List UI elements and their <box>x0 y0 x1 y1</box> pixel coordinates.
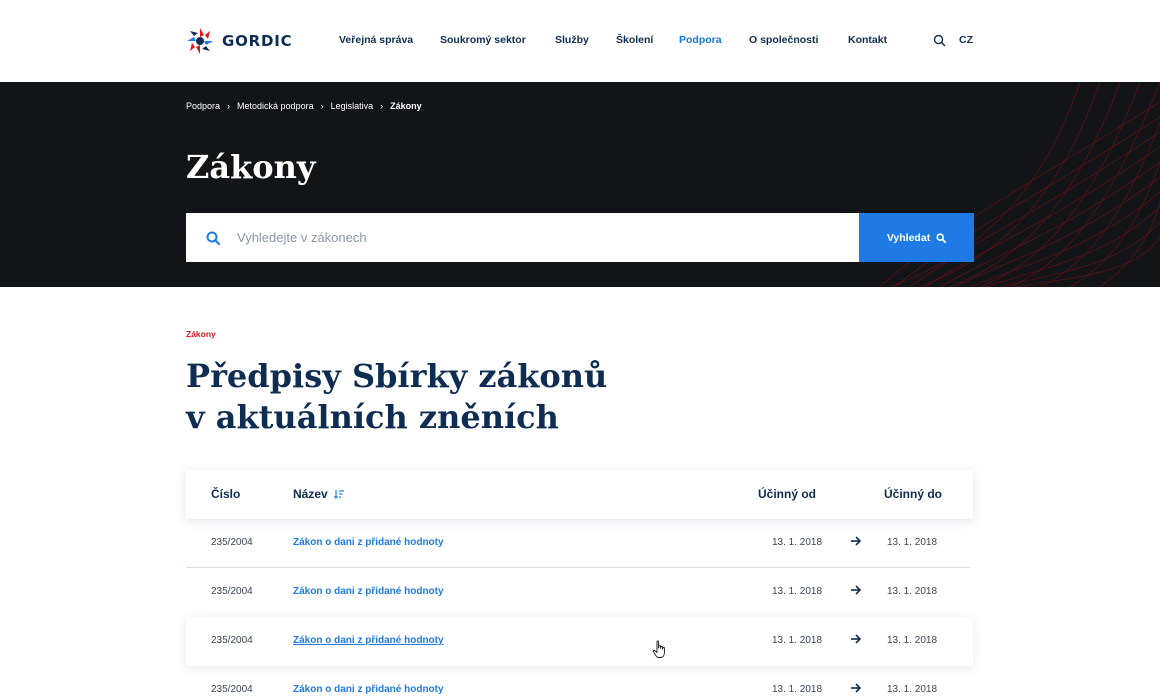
brand-logo[interactable]: GORDIC <box>186 27 292 55</box>
row-effective-from: 13. 1. 2018 <box>772 635 823 646</box>
row-law-link[interactable]: Zákon o dani z přidané hodnoty <box>293 586 444 597</box>
site-header: GORDIC Veřejná správa Soukromý sektor Sl… <box>0 0 1160 82</box>
table-header: Číslo Název Účinný od Účinný do <box>186 470 973 519</box>
column-header-number[interactable]: Číslo <box>211 487 240 501</box>
table-row[interactable]: 235/2004 Zákon o dani z přidané hodnoty … <box>186 666 973 700</box>
row-number: 235/2004 <box>211 635 253 646</box>
nav-item-kontakt[interactable]: Kontakt <box>848 34 887 46</box>
row-effective-to: 13. 1. 2018 <box>887 537 938 548</box>
section-title-line1: Předpisy Sbírky zákonů <box>186 357 608 395</box>
row-number: 235/2004 <box>211 586 253 597</box>
nav-item-skoleni[interactable]: Školení <box>616 34 653 46</box>
breadcrumb-separator: › <box>320 101 324 111</box>
law-search-box <box>186 213 859 262</box>
breadcrumb-separator: › <box>380 101 384 111</box>
breadcrumb: Podpora › Metodická podpora › Legislativ… <box>186 101 422 111</box>
nav-item-sluzby[interactable]: Služby <box>555 34 589 46</box>
arrow-right-icon <box>851 536 862 546</box>
section-title: Předpisy Sbírky zákonů v aktuálních zněn… <box>186 356 607 438</box>
row-law-link[interactable]: Zákon o dani z přidané hodnoty <box>293 684 444 695</box>
law-search-input[interactable] <box>237 213 837 262</box>
table-row[interactable]: 235/2004 Zákon o dani z přidané hodnoty … <box>186 519 973 568</box>
row-law-link[interactable]: Zákon o dani z přidané hodnoty <box>293 537 444 548</box>
breadcrumb-item-podpora[interactable]: Podpora <box>186 101 220 111</box>
hero-banner: Podpora › Metodická podpora › Legislativ… <box>0 82 1160 287</box>
row-number: 235/2004 <box>211 537 253 548</box>
nav-item-soukromy-sektor[interactable]: Soukromý sektor <box>440 34 526 46</box>
arrow-right-icon <box>851 585 862 595</box>
search-button[interactable]: Vyhledat <box>859 213 974 262</box>
arrow-right-icon <box>851 634 862 644</box>
search-icon <box>206 231 220 245</box>
row-effective-to: 13. 1. 2018 <box>887 586 938 597</box>
row-law-link[interactable]: Zákon o dani z přidané hodnoty <box>293 635 444 646</box>
search-button-label: Vyhledat <box>886 231 931 244</box>
language-switch[interactable]: CZ <box>959 34 973 46</box>
row-effective-from: 13. 1. 2018 <box>772 537 823 548</box>
column-header-to[interactable]: Účinný do <box>884 487 942 501</box>
column-header-name[interactable]: Název <box>293 487 344 501</box>
page-title: Zákony <box>186 148 316 186</box>
table-row[interactable]: 235/2004 Zákon o dani z přidané hodnoty … <box>186 568 973 617</box>
breadcrumb-item-metodicka-podpora[interactable]: Metodická podpora <box>237 101 314 111</box>
gordic-logo-icon <box>187 28 213 54</box>
search-icon <box>936 232 947 243</box>
row-effective-from: 13. 1. 2018 <box>772 586 823 597</box>
hand-cursor-icon <box>652 640 665 658</box>
section-kicker: Zákony <box>186 329 216 339</box>
breadcrumb-item-legislativa[interactable]: Legislativa <box>331 101 374 111</box>
nav-item-podpora[interactable]: Podpora <box>679 34 722 46</box>
breadcrumb-separator: › <box>227 101 231 111</box>
row-effective-to: 13. 1. 2018 <box>887 684 938 695</box>
section-title-line2: v aktuálních zněních <box>186 398 559 436</box>
row-effective-from: 13. 1. 2018 <box>772 684 823 695</box>
column-header-from[interactable]: Účinný od <box>758 487 816 501</box>
breadcrumb-current: Zákony <box>390 101 422 111</box>
sort-descending-icon[interactable] <box>333 489 344 499</box>
nav-item-o-spolecnosti[interactable]: O společnosti <box>749 34 818 46</box>
row-number: 235/2004 <box>211 684 253 695</box>
table-row[interactable]: 235/2004 Zákon o dani z přidané hodnoty … <box>186 617 973 666</box>
nav-item-verejna-sprava[interactable]: Veřejná správa <box>339 34 413 46</box>
search-icon[interactable] <box>933 34 946 47</box>
arrow-right-icon <box>851 683 862 693</box>
row-effective-to: 13. 1. 2018 <box>887 635 938 646</box>
brand-name: GORDIC <box>222 32 293 50</box>
